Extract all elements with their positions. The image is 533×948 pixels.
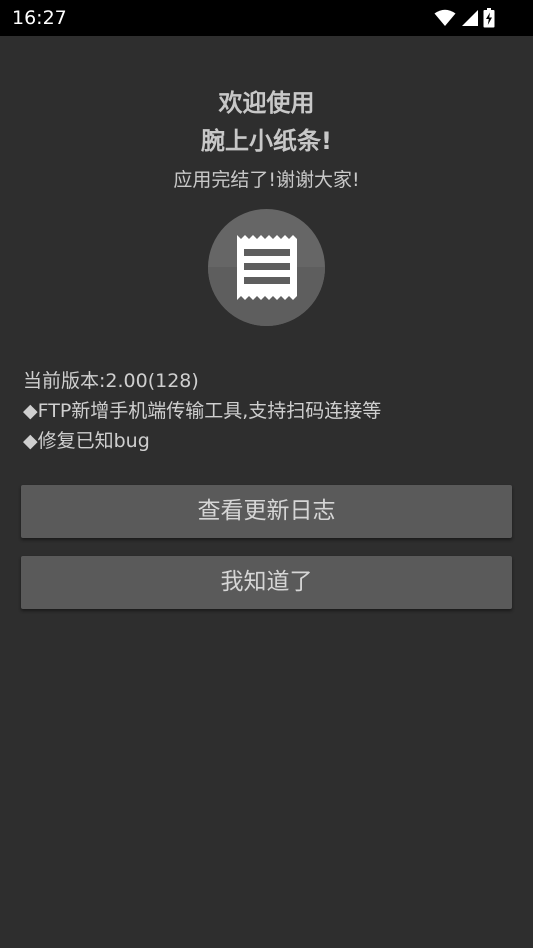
welcome-line-2: 腕上小纸条!: [201, 127, 332, 155]
app-logo: [208, 209, 325, 326]
status-icons: [434, 7, 495, 29]
wifi-icon: [434, 9, 456, 27]
change-item: ◆修复已知bug: [23, 430, 150, 452]
status-bar: 16:27: [0, 0, 533, 36]
got-it-button[interactable]: 我知道了: [21, 556, 512, 609]
welcome-screen: 欢迎使用 腕上小纸条! 应用完结了!谢谢大家! 当前版本:2.00(128) ◆…: [0, 36, 533, 948]
change-item: ◆FTP新增手机端传输工具,支持扫码连接等: [23, 400, 382, 422]
battery-charging-icon: [483, 8, 495, 28]
status-time: 16:27: [12, 7, 67, 29]
version-info: 当前版本:2.00(128) ◆FTP新增手机端传输工具,支持扫码连接等 ◆修复…: [23, 366, 513, 456]
welcome-line-1: 欢迎使用: [218, 89, 315, 117]
welcome-title: 欢迎使用 腕上小纸条!: [0, 84, 533, 160]
version-line: 当前版本:2.00(128): [23, 370, 199, 392]
signal-icon: [460, 9, 479, 27]
view-changelog-button[interactable]: 查看更新日志: [21, 485, 512, 538]
subtitle: 应用完结了!谢谢大家!: [173, 169, 360, 191]
